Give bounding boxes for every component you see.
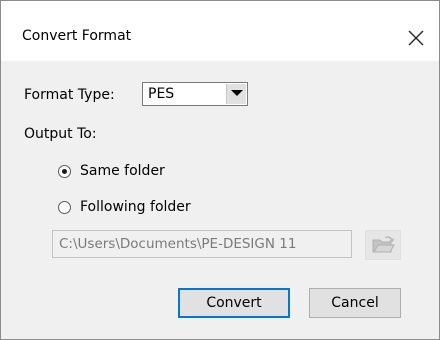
title-bar: Convert Format <box>1 1 439 61</box>
output-to-label: Output To: <box>24 126 97 142</box>
format-type-select[interactable]: PES <box>142 82 248 106</box>
dialog-title: Convert Format <box>22 28 132 44</box>
radio-same-folder-button[interactable] <box>58 165 71 178</box>
cancel-button[interactable]: Cancel <box>309 288 401 318</box>
convert-format-dialog: Convert Format Format Type: PES Output T… <box>0 0 440 340</box>
chevron-down-icon <box>231 90 243 96</box>
close-icon <box>408 30 424 46</box>
browse-folder-button <box>365 230 401 260</box>
radio-following-folder-button[interactable] <box>58 201 71 214</box>
output-folder-path: C:\Users\Documents\PE-DESIGN 11 <box>59 236 297 252</box>
radio-selected-dot <box>62 169 67 174</box>
convert-button[interactable]: Convert <box>178 288 290 318</box>
close-button[interactable] <box>391 17 439 57</box>
format-type-dropdown-button[interactable] <box>226 84 246 104</box>
format-type-label: Format Type: <box>24 87 115 103</box>
radio-same-folder-label: Same folder <box>80 163 165 179</box>
folder-open-icon <box>372 236 395 253</box>
format-type-value: PES <box>148 86 175 102</box>
output-folder-path-field: C:\Users\Documents\PE-DESIGN 11 <box>52 230 352 258</box>
radio-following-folder-label: Following folder <box>80 199 191 215</box>
